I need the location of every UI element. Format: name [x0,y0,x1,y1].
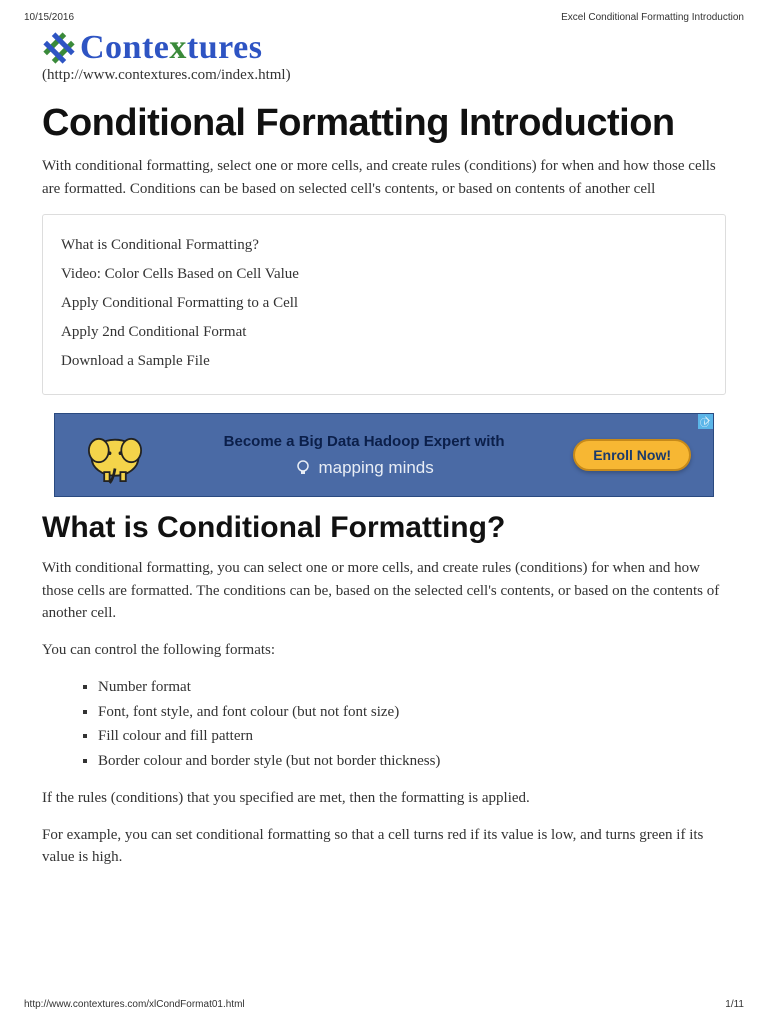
ad-banner[interactable]: Become a Big Data Hadoop Expert with map… [54,413,714,497]
page-title: Conditional Formatting Introduction [42,102,726,145]
print-date: 10/15/2016 [24,12,74,23]
logo-link[interactable]: Contextures [42,29,726,67]
body-paragraph: For example, you can set conditional for… [42,824,726,869]
footer-url: http://www.contextures.com/xlCondFormat0… [24,999,245,1010]
adchoices-icon[interactable] [698,414,713,429]
hadoop-elephant-icon [75,420,155,490]
list-item: Fill colour and fill pattern [98,724,726,749]
table-of-contents: What is Conditional Formatting? Video: C… [42,214,726,395]
footer-page-number: 1/11 [725,999,744,1010]
bulb-icon [294,459,312,477]
list-item: Font, font style, and font colour (but n… [98,700,726,725]
page-content: Contextures (http://www.contextures.com/… [0,29,768,869]
print-footer: http://www.contextures.com/xlCondFormat0… [24,999,744,1010]
toc-item[interactable]: What is Conditional Formatting? [61,231,707,260]
ad-text: Become a Big Data Hadoop Expert with map… [155,433,573,478]
toc-item[interactable]: Video: Color Cells Based on Cell Value [61,260,707,289]
hash-logo-icon [42,31,76,65]
toc-item[interactable]: Apply 2nd Conditional Format [61,318,707,347]
print-doc-title: Excel Conditional Formatting Introductio… [561,12,744,23]
logo-url-line: (http://www.contextures.com/index.html) [42,67,726,84]
section-heading: What is Conditional Formatting? [42,511,726,545]
formats-list: Number format Font, font style, and font… [42,675,726,773]
body-paragraph: If the rules (conditions) that you speci… [42,787,726,810]
enroll-button[interactable]: Enroll Now! [573,439,691,471]
page-intro: With conditional formatting, select one … [42,155,726,200]
toc-item[interactable]: Download a Sample File [61,347,707,376]
logo-area: Contextures (http://www.contextures.com/… [42,29,726,84]
ad-brand: mapping minds [155,458,573,478]
body-paragraph: With conditional formatting, you can sel… [42,557,726,625]
body-paragraph: You can control the following formats: [42,639,726,662]
list-item: Number format [98,675,726,700]
toc-item[interactable]: Apply Conditional Formatting to a Cell [61,289,707,318]
list-item: Border colour and border style (but not … [98,749,726,774]
print-header: 10/15/2016 Excel Conditional Formatting … [0,0,768,27]
logo-text: Contextures [80,29,262,67]
ad-headline: Become a Big Data Hadoop Expert with [155,433,573,450]
